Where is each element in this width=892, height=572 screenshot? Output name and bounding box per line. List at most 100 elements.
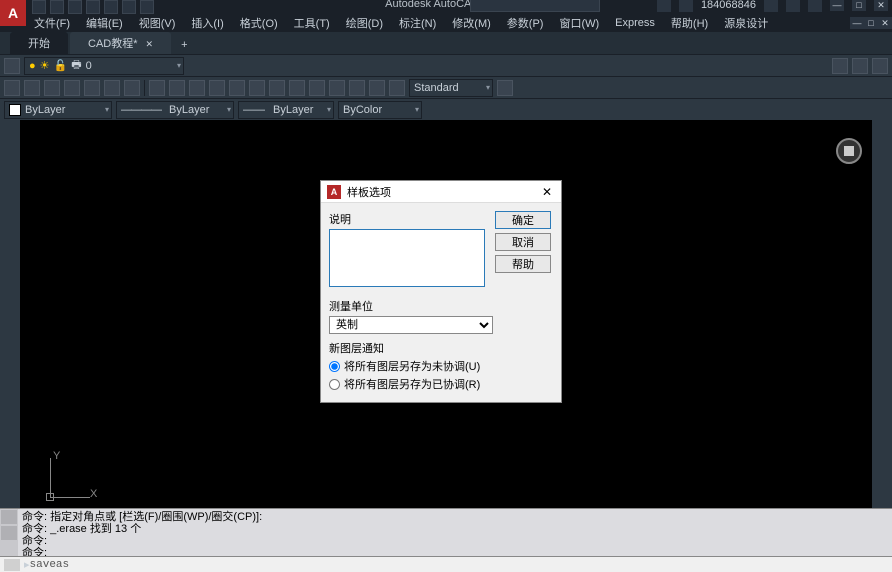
menu-modify[interactable]: 修改(M): [444, 13, 499, 33]
ellipse-icon[interactable]: [104, 80, 120, 96]
rt-fillet-icon[interactable]: [873, 360, 891, 376]
rt-chamfer-icon[interactable]: [873, 343, 891, 359]
lineweight-dropdown[interactable]: —— ByLayer: [238, 101, 334, 119]
menu-express[interactable]: Express: [607, 15, 663, 31]
layer-state-icon[interactable]: [832, 58, 848, 74]
lt-block-icon[interactable]: [1, 326, 19, 342]
menu-parametric[interactable]: 参数(P): [499, 13, 552, 33]
dim-ordinate-icon[interactable]: [289, 80, 305, 96]
dim-linear-icon[interactable]: [149, 80, 165, 96]
lt-region-icon[interactable]: [1, 394, 19, 410]
rt-join-icon[interactable]: [873, 326, 891, 342]
radio-unreconciled[interactable]: [329, 361, 340, 372]
polyline-icon[interactable]: [24, 80, 40, 96]
doc-minimize-button[interactable]: —: [850, 17, 864, 29]
lt-insert-icon[interactable]: [1, 309, 19, 325]
circle-icon[interactable]: [44, 80, 60, 96]
line-icon[interactable]: [4, 80, 20, 96]
lt-arc-icon[interactable]: [1, 207, 19, 223]
qat-save-icon[interactable]: [68, 0, 82, 14]
dimedit-icon[interactable]: [369, 80, 385, 96]
lt-table-icon[interactable]: [1, 411, 19, 427]
dialog-titlebar[interactable]: A 样板选项 ✕: [321, 181, 561, 203]
user-icon[interactable]: [679, 0, 693, 12]
color-dropdown[interactable]: ByLayer: [4, 101, 112, 119]
rt-erase-icon[interactable]: [873, 122, 891, 138]
lt-ray-icon[interactable]: [1, 139, 19, 155]
tab-start[interactable]: 开始: [10, 32, 68, 54]
hatch-icon[interactable]: [124, 80, 140, 96]
rt-extend-icon[interactable]: [873, 292, 891, 308]
lt-addselected-icon[interactable]: [1, 445, 19, 461]
linetype-dropdown[interactable]: ———— ByLayer: [116, 101, 234, 119]
ok-button[interactable]: 确定: [495, 211, 551, 229]
layer-dropdown[interactable]: ●☀🔓🖶 0: [24, 57, 184, 75]
rt-move-icon[interactable]: [873, 207, 891, 223]
lt-line-icon[interactable]: [1, 122, 19, 138]
lt-spline-icon[interactable]: [1, 258, 19, 274]
dimstyle-dropdown[interactable]: Standard: [409, 79, 493, 97]
tab-document[interactable]: CAD教程*✕: [70, 32, 171, 54]
layer-props-icon[interactable]: [4, 58, 20, 74]
rt-copy-icon[interactable]: [873, 139, 891, 155]
cart-icon[interactable]: [764, 0, 778, 12]
menu-view[interactable]: 视图(V): [131, 13, 184, 33]
search-input[interactable]: [470, 0, 600, 12]
command-input[interactable]: saveas: [30, 559, 70, 571]
help-button[interactable]: 帮助: [495, 255, 551, 273]
rt-mirror-icon[interactable]: [873, 156, 891, 172]
app-share-icon[interactable]: [786, 0, 800, 12]
view-cube[interactable]: [836, 138, 862, 164]
menu-edit[interactable]: 编辑(E): [78, 13, 131, 33]
rt-stretch-icon[interactable]: [873, 258, 891, 274]
arc-icon[interactable]: [64, 80, 80, 96]
cmd-custom-icon[interactable]: [1, 526, 17, 540]
help-icon[interactable]: [808, 0, 822, 12]
lt-hatch-icon[interactable]: [1, 360, 19, 376]
rt-trim-icon[interactable]: [873, 275, 891, 291]
menu-file[interactable]: 文件(F): [26, 13, 78, 33]
signin-icon[interactable]: [657, 0, 671, 12]
unit-dropdown[interactable]: 英制: [329, 316, 493, 334]
lt-point-icon[interactable]: [1, 343, 19, 359]
qat-redo-icon[interactable]: [140, 0, 154, 14]
close-button[interactable]: ✕: [874, 0, 888, 11]
minimize-button[interactable]: —: [830, 0, 844, 11]
app-logo[interactable]: A: [0, 0, 26, 26]
lt-ellipse-icon[interactable]: [1, 275, 19, 291]
tab-close-icon[interactable]: ✕: [146, 39, 154, 49]
menu-format[interactable]: 格式(O): [232, 13, 286, 33]
rt-rotate-icon[interactable]: [873, 224, 891, 240]
cancel-button[interactable]: 取消: [495, 233, 551, 251]
rt-scale-icon[interactable]: [873, 241, 891, 257]
tab-add-button[interactable]: +: [173, 36, 195, 54]
rt-array-icon[interactable]: [873, 190, 891, 206]
rt-break-icon[interactable]: [873, 309, 891, 325]
leader-icon[interactable]: [309, 80, 325, 96]
description-textarea[interactable]: [329, 229, 485, 287]
lt-gradient-icon[interactable]: [1, 377, 19, 393]
dimstyle-icon[interactable]: [497, 80, 513, 96]
doc-restore-button[interactable]: □: [864, 17, 878, 29]
layer-iso-icon[interactable]: [852, 58, 868, 74]
cmd-prompt-icon[interactable]: [4, 559, 20, 571]
plotstyle-dropdown[interactable]: ByColor: [338, 101, 422, 119]
qat-undo-icon[interactable]: [122, 0, 136, 14]
dim-aligned-icon[interactable]: [169, 80, 185, 96]
cmd-recent-icon[interactable]: [1, 510, 17, 524]
dim-continue-icon[interactable]: [249, 80, 265, 96]
rt-explode-icon[interactable]: [873, 377, 891, 393]
qat-saveas-icon[interactable]: [86, 0, 100, 14]
lt-ellipsearc-icon[interactable]: [1, 292, 19, 308]
dim-baseline-icon[interactable]: [269, 80, 285, 96]
dim-radius-icon[interactable]: [209, 80, 225, 96]
dialog-close-button[interactable]: ✕: [539, 184, 555, 200]
menu-insert[interactable]: 插入(I): [183, 13, 231, 33]
lt-pline-icon[interactable]: [1, 156, 19, 172]
dim-diameter-icon[interactable]: [229, 80, 245, 96]
menu-draw[interactable]: 绘图(D): [338, 13, 391, 33]
radio-reconciled[interactable]: [329, 379, 340, 390]
lt-revcloud-icon[interactable]: [1, 241, 19, 257]
centermark-icon[interactable]: [349, 80, 365, 96]
tolerance-icon[interactable]: [329, 80, 345, 96]
